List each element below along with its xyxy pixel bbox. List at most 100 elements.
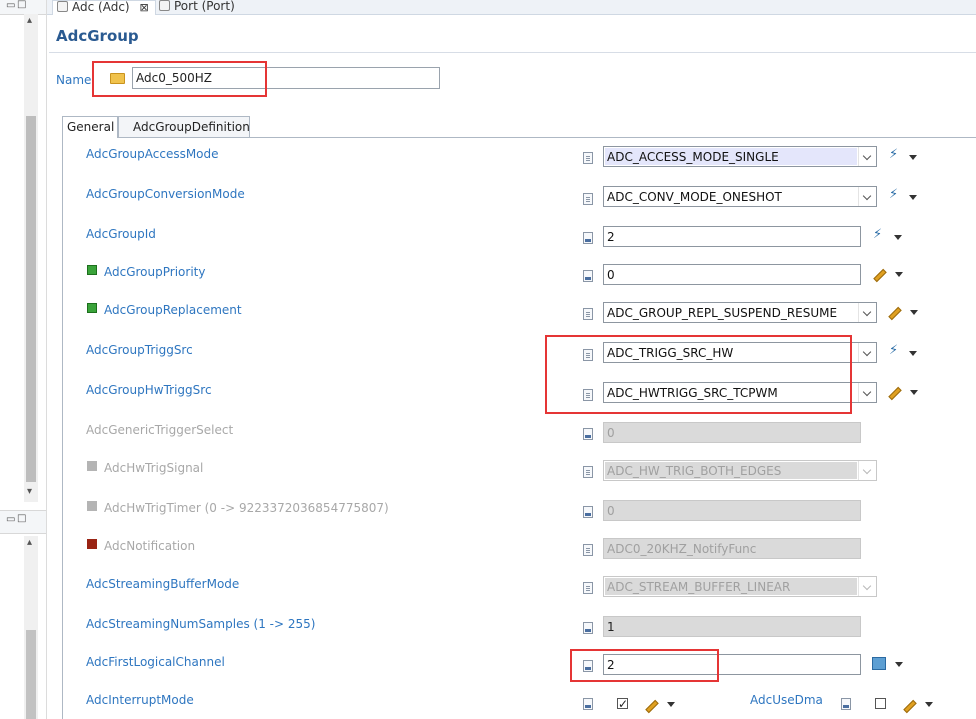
label-adcgroupreplacement: AdcGroupReplacement bbox=[104, 303, 242, 317]
caret-down-icon[interactable] bbox=[910, 390, 918, 395]
label-adchwtrigtimer: AdcHwTrigTimer (0 -> 9223372036854775807… bbox=[104, 501, 389, 515]
scroll-up-arrow-icon[interactable]: ▴ bbox=[27, 15, 32, 26]
highlight-box-name bbox=[92, 61, 267, 97]
caret-down-icon[interactable] bbox=[895, 662, 903, 667]
document-icon bbox=[583, 582, 593, 594]
dropdown-value: ADC_STREAM_BUFFER_LINEAR bbox=[607, 580, 791, 594]
boolean-icon bbox=[583, 698, 593, 710]
caret-down-icon[interactable] bbox=[910, 310, 918, 315]
chevron-down-icon[interactable] bbox=[858, 187, 876, 206]
caret-down-icon[interactable] bbox=[894, 235, 902, 240]
boolean-icon bbox=[841, 698, 851, 710]
title-divider bbox=[49, 52, 976, 53]
tab-adcgroupdefinition[interactable]: AdcGroupDefinition bbox=[118, 116, 250, 137]
dropdown-value: ADC_CONV_MODE_ONESHOT bbox=[607, 190, 782, 204]
label-adchwtrigsignal: AdcHwTrigSignal bbox=[104, 461, 204, 475]
input-adcnotification: ADC0_20KHZ_NotifyFunc bbox=[603, 538, 861, 559]
dropdown-adcgroupaccessmode[interactable]: ADC_ACCESS_MODE_SINGLE bbox=[603, 146, 877, 167]
default-value-icon[interactable]: ⚡ bbox=[889, 187, 898, 202]
number-icon bbox=[583, 506, 593, 518]
left-scrollbar-thumb-2[interactable] bbox=[26, 630, 36, 719]
default-value-icon[interactable]: ⚡ bbox=[873, 227, 882, 242]
checkmark-icon: ✓ bbox=[618, 697, 629, 711]
restore-icon[interactable]: □ bbox=[17, 0, 26, 10]
number-icon bbox=[583, 428, 593, 440]
document-icon bbox=[583, 544, 593, 556]
page-title: AdcGroup bbox=[56, 27, 139, 45]
notification-flag-icon bbox=[87, 539, 97, 549]
label-adcgenerictriggerselect: AdcGenericTriggerSelect bbox=[86, 423, 234, 437]
tab-port-label: Port (Port) bbox=[174, 0, 235, 13]
checkbox-adcinterruptmode[interactable]: ✓ bbox=[617, 697, 629, 711]
default-value-icon[interactable]: ⚡ bbox=[889, 147, 898, 162]
scroll-up-arrow-icon-2[interactable]: ▴ bbox=[27, 537, 32, 548]
chevron-down-icon[interactable] bbox=[858, 383, 876, 402]
dropdown-adcgroupconversionmode[interactable]: ADC_CONV_MODE_ONESHOT bbox=[603, 186, 877, 207]
dropdown-value: ADC_HW_TRIG_BOTH_EDGES bbox=[607, 464, 782, 478]
document-icon bbox=[583, 308, 593, 320]
input-adcgenerictriggerselect: 0 bbox=[603, 422, 861, 443]
chevron-down-icon bbox=[858, 461, 876, 480]
input-adcstreamingnumsamples: 1 bbox=[603, 616, 861, 637]
input-value: 0 bbox=[607, 504, 615, 518]
default-value-icon[interactable]: ⚡ bbox=[889, 343, 898, 358]
input-value: 0 bbox=[607, 268, 615, 282]
checkbox-adcusedma[interactable] bbox=[875, 698, 886, 709]
label-adcstreamingnumsamples: AdcStreamingNumSamples (1 -> 255) bbox=[86, 617, 316, 631]
input-adcgrouppriority[interactable]: 0 bbox=[603, 264, 861, 285]
tab-adc[interactable]: Adc (Adc) ⊠ bbox=[52, 0, 156, 15]
inner-tabs-divider bbox=[62, 137, 976, 138]
close-tab-icon[interactable]: ⊠ bbox=[139, 1, 148, 14]
chevron-down-icon[interactable] bbox=[858, 303, 876, 322]
disabled-flag-icon bbox=[87, 501, 97, 511]
calculator-icon[interactable] bbox=[872, 657, 886, 670]
document-icon bbox=[583, 193, 593, 205]
enabled-flag-icon[interactable] bbox=[87, 303, 97, 313]
highlight-box-trigger bbox=[545, 335, 852, 414]
input-adchwtrigtimer: 0 bbox=[603, 500, 861, 521]
name-label: Name bbox=[56, 73, 92, 87]
caret-down-icon[interactable] bbox=[925, 702, 933, 707]
label-adcgroupid: AdcGroupId bbox=[86, 227, 156, 241]
caret-down-icon[interactable] bbox=[895, 272, 903, 277]
label-adcgroupaccessmode: AdcGroupAccessMode bbox=[86, 147, 219, 161]
dropdown-adchwtrigsignal: ADC_HW_TRIG_BOTH_EDGES bbox=[603, 460, 877, 481]
label-adcgrouphwtriggsrc: AdcGroupHwTriggSrc bbox=[86, 383, 212, 397]
chevron-down-icon[interactable] bbox=[858, 147, 876, 166]
dropdown-value: ADC_ACCESS_MODE_SINGLE bbox=[607, 150, 779, 164]
dropdown-adcstreamingbuffermode: ADC_STREAM_BUFFER_LINEAR bbox=[603, 576, 877, 597]
scroll-down-arrow-icon[interactable]: ▾ bbox=[27, 486, 32, 497]
left-scrollbar-thumb[interactable] bbox=[26, 116, 36, 482]
number-icon bbox=[583, 232, 593, 244]
label-adcgroupconversionmode: AdcGroupConversionMode bbox=[86, 187, 245, 201]
label-adcnotification: AdcNotification bbox=[104, 539, 196, 553]
number-icon bbox=[583, 622, 593, 634]
input-value: ADC0_20KHZ_NotifyFunc bbox=[607, 542, 757, 556]
input-value: 1 bbox=[607, 620, 615, 634]
label-adcfirstlogicalchannel: AdcFirstLogicalChannel bbox=[86, 655, 225, 669]
restore-icon-2[interactable]: □ bbox=[17, 513, 26, 524]
tab-port[interactable]: Port (Port) bbox=[155, 0, 241, 14]
chevron-down-icon[interactable] bbox=[858, 343, 876, 362]
caret-down-icon[interactable] bbox=[667, 702, 675, 707]
label-adcstreamingbuffermode: AdcStreamingBufferMode bbox=[86, 577, 240, 591]
config-file-icon bbox=[57, 1, 68, 12]
disabled-flag-icon bbox=[87, 461, 97, 471]
caret-down-icon[interactable] bbox=[909, 351, 917, 356]
document-icon bbox=[583, 152, 593, 164]
input-adcgroupid[interactable]: 2 bbox=[603, 226, 861, 247]
highlight-box-channel bbox=[570, 649, 719, 682]
caret-down-icon[interactable] bbox=[909, 195, 917, 200]
dropdown-adcgroupreplacement[interactable]: ADC_GROUP_REPL_SUSPEND_RESUME bbox=[603, 302, 877, 323]
label-adcusedma: AdcUseDma bbox=[750, 693, 823, 707]
label-adcgrouptriggsrc: AdcGroupTriggSrc bbox=[86, 343, 193, 357]
minimize-icon-2[interactable]: ▭ bbox=[6, 514, 15, 525]
config-file-icon bbox=[159, 0, 170, 11]
input-value: 0 bbox=[607, 426, 615, 440]
number-icon bbox=[583, 270, 593, 282]
tab-general[interactable]: General bbox=[62, 116, 118, 138]
label-adcgrouppriority: AdcGroupPriority bbox=[104, 265, 206, 279]
caret-down-icon[interactable] bbox=[909, 155, 917, 160]
minimize-icon[interactable]: ▭ bbox=[6, 0, 15, 11]
enabled-flag-icon[interactable] bbox=[87, 265, 97, 275]
